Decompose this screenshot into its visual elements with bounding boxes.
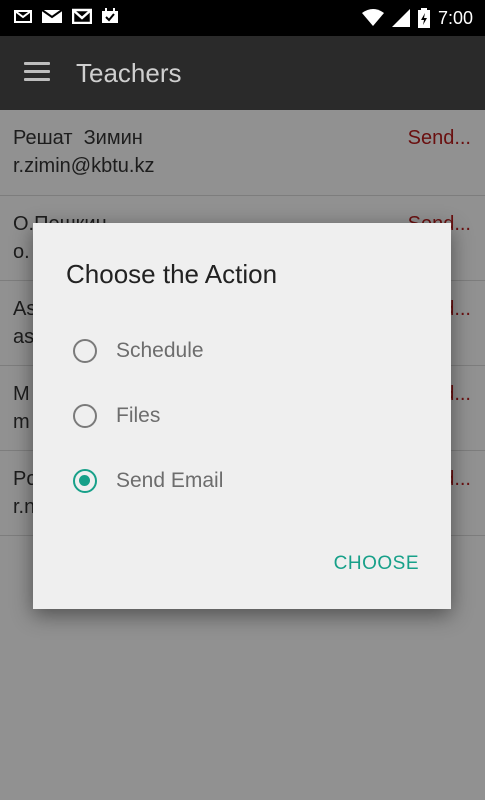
radio-button-selected[interactable] — [73, 469, 97, 493]
notification-icons — [14, 8, 119, 24]
gmail-icon — [72, 8, 92, 24]
app-bar: Teachers — [0, 36, 485, 110]
signal-icon — [391, 9, 410, 27]
email-icon — [41, 9, 63, 23]
option-schedule[interactable]: Schedule — [73, 331, 403, 371]
mail-outline-icon — [14, 10, 32, 23]
hamburger-menu-icon[interactable] — [24, 62, 50, 84]
option-label: Schedule — [116, 339, 204, 362]
option-send-email[interactable]: Send Email — [73, 461, 403, 501]
option-label: Files — [116, 404, 161, 427]
radio-button[interactable] — [73, 339, 97, 363]
battery-charging-icon — [417, 8, 430, 28]
status-bar: 7:00 — [0, 0, 485, 36]
system-icons: 7:00 — [361, 8, 473, 28]
calendar-check-icon — [102, 8, 118, 23]
status-time: 7:00 — [437, 8, 473, 28]
page-title: Teachers — [76, 58, 182, 88]
wifi-icon — [361, 9, 384, 26]
dialog-title: Choose the Action — [66, 259, 278, 289]
choose-button[interactable]: CHOOSE — [334, 553, 419, 575]
choose-action-dialog: Choose the Action Schedule Files Send Em… — [33, 223, 451, 609]
radio-button[interactable] — [73, 404, 97, 428]
option-files[interactable]: Files — [73, 396, 403, 436]
option-label: Send Email — [116, 469, 224, 492]
